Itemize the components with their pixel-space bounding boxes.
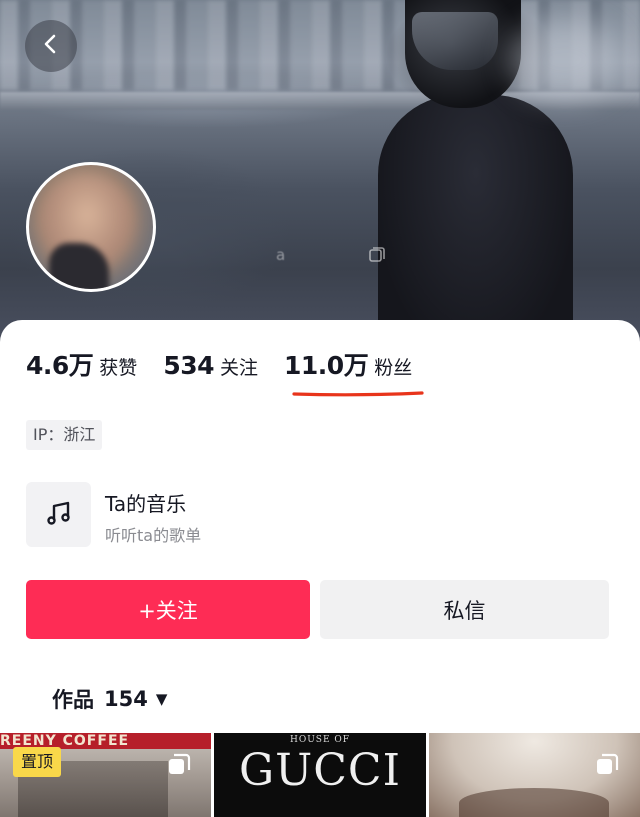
chevron-left-icon: [40, 33, 62, 59]
ip-location-tag: IP：浙江: [26, 420, 103, 450]
follow-button[interactable]: +关注: [26, 580, 310, 639]
following-count: 534: [163, 351, 214, 380]
thumbnail-brand-text: GUCCI: [239, 745, 401, 796]
stat-following[interactable]: 534 关注: [163, 351, 258, 380]
works-count: 154: [104, 687, 148, 711]
followers-label: 粉丝: [374, 357, 413, 379]
followers-highlight-underline: [292, 391, 424, 397]
likes-count: 4.6万: [26, 351, 94, 380]
avatar[interactable]: [26, 162, 156, 292]
multi-image-icon: [166, 752, 192, 778]
cover-person: [378, 95, 573, 345]
cover-blur-patch: [510, 20, 620, 100]
cover-watermark: a: [276, 246, 286, 264]
message-button[interactable]: 私信: [320, 580, 609, 639]
following-label: 关注: [220, 357, 259, 379]
likes-label: 获赞: [99, 357, 138, 379]
music-note-icon: [44, 498, 74, 532]
stat-likes[interactable]: 4.6万 获赞: [26, 346, 137, 382]
pinned-badge: 置顶: [13, 747, 62, 777]
thumbnail-house-text: HOUSE OF: [289, 735, 351, 745]
tab-works[interactable]: 作品 154 ▼: [52, 683, 167, 715]
followers-count: 11.0万: [284, 351, 369, 380]
stat-followers[interactable]: 11.0万 粉丝: [284, 346, 412, 382]
thumbnail-interior: [459, 788, 609, 817]
profile-stats: 4.6万 获赞 534 关注 11.0万 粉丝: [26, 346, 438, 386]
music-subtitle: 听听ta的歌单: [105, 526, 202, 545]
multi-image-icon: [594, 752, 620, 778]
works-tab-label: 作品: [52, 688, 94, 712]
music-icon-box: [26, 482, 91, 547]
music-entry[interactable]: Ta的音乐 听听ta的歌单: [26, 482, 446, 548]
caret-down-icon: ▼: [155, 690, 168, 708]
music-title: Ta的音乐: [105, 492, 187, 516]
video-thumbnail[interactable]: HOUSE OF GUCCI: [214, 733, 426, 817]
back-button[interactable]: [25, 20, 77, 72]
copy-icon: [368, 246, 386, 268]
